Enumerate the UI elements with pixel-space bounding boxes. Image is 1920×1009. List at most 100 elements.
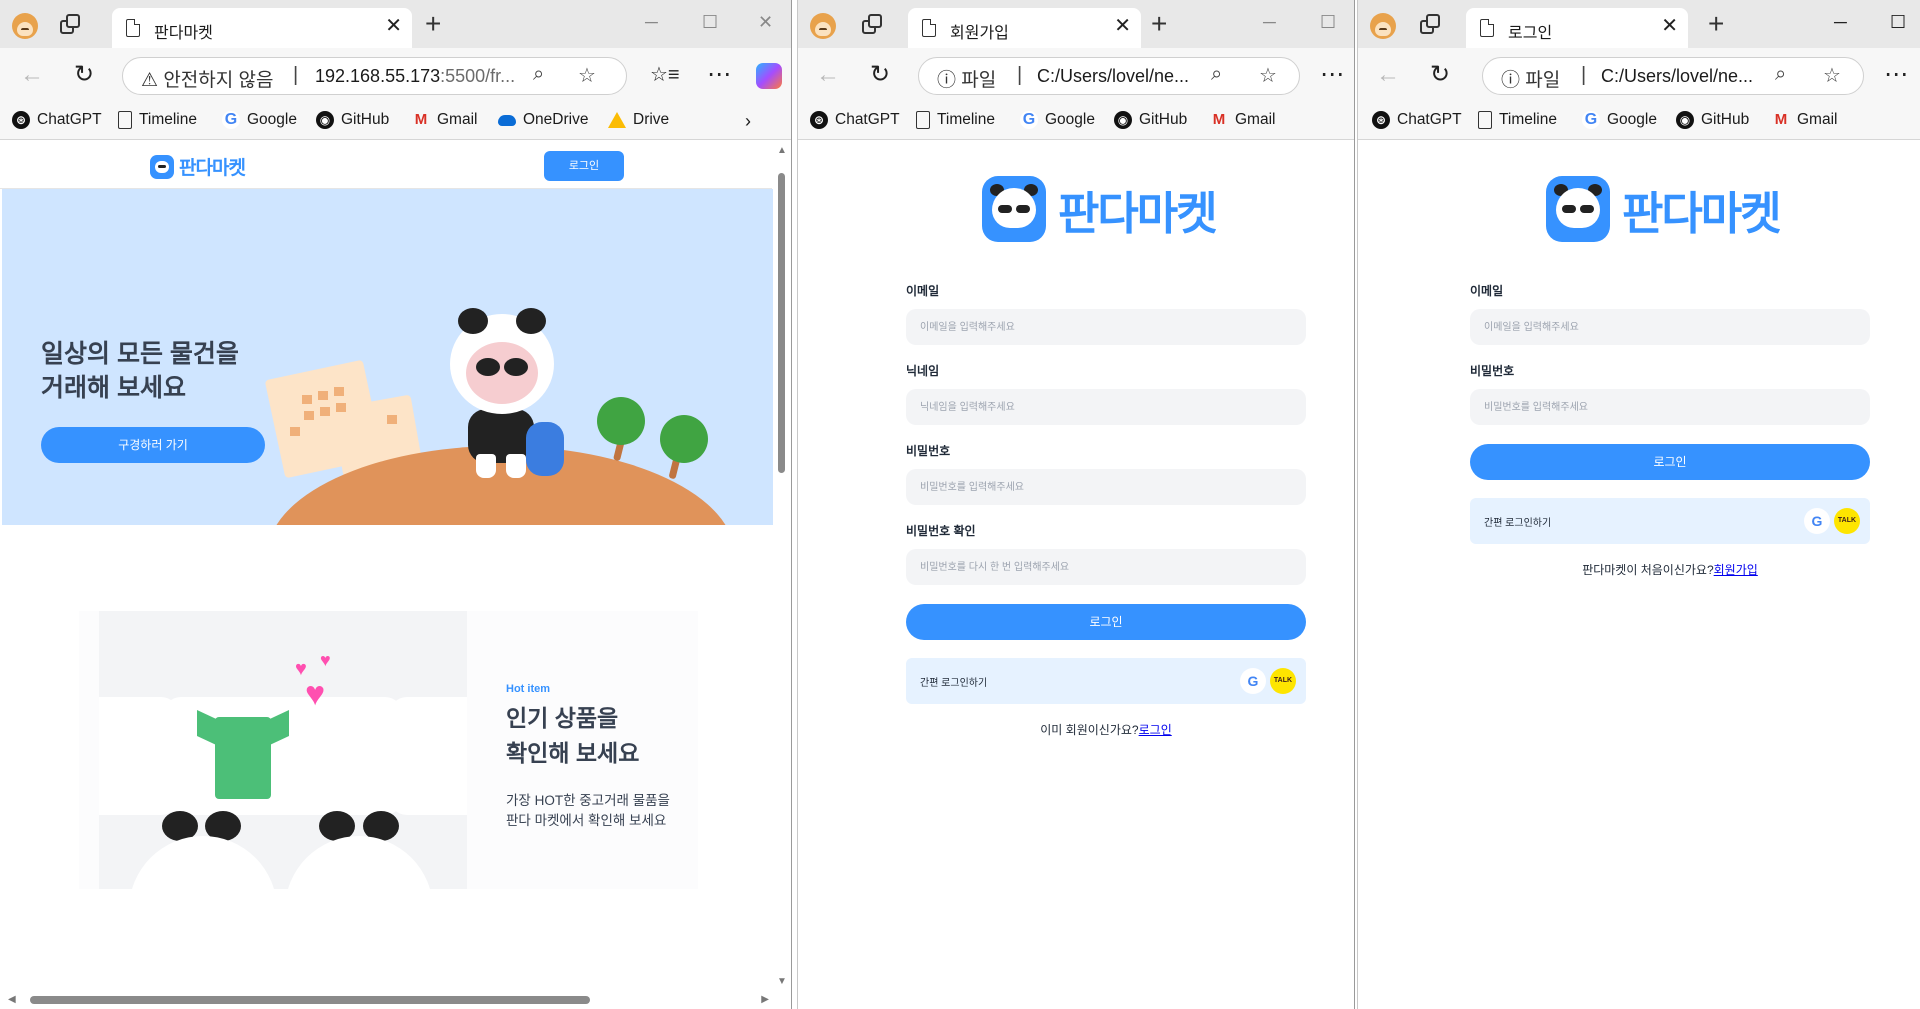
bookmark-github[interactable]: ◉ GitHub: [1676, 111, 1749, 129]
close-window-icon[interactable]: ✕: [758, 12, 773, 33]
tab-actions-icon[interactable]: [60, 14, 82, 36]
bookmark-chatgpt[interactable]: ⊛ ChatGPT: [810, 111, 900, 129]
tab-actions-icon[interactable]: [862, 14, 884, 36]
browse-button[interactable]: 구경하러 가기: [41, 427, 265, 463]
bookmarks-bar: ⊛ ChatGPT Timeline G Google ◉ GitHub M Gmail: [1358, 104, 1920, 140]
nickname-field[interactable]: [906, 389, 1306, 425]
login-button[interactable]: 로그인: [1470, 444, 1870, 480]
email-field[interactable]: [1470, 309, 1870, 345]
zoom-icon[interactable]: ⌕: [1211, 63, 1222, 86]
chevron-right-icon[interactable]: ›: [745, 111, 751, 132]
signup-link[interactable]: 회원가입: [1714, 563, 1758, 577]
minimize-icon[interactable]: ─: [1263, 12, 1276, 33]
address-bar[interactable]: ⓘ 파일 | C:/Users/lovel/ne... ⌕ ☆: [918, 57, 1300, 95]
bookmark-gmail[interactable]: M Gmail: [1772, 111, 1838, 129]
tab-signup[interactable]: 회원가입 ✕: [908, 8, 1141, 48]
password-field[interactable]: [1470, 389, 1870, 425]
new-tab-icon[interactable]: +: [1708, 10, 1724, 38]
site-logo[interactable]: 판다마켓: [150, 153, 246, 180]
profile-avatar-icon[interactable]: [810, 13, 836, 39]
scrollbar-thumb[interactable]: [778, 173, 785, 473]
bookmark-chatgpt[interactable]: ⊛ ChatGPT: [12, 111, 102, 129]
bookmark-gmail[interactable]: M Gmail: [412, 111, 478, 129]
bookmark-drive[interactable]: Drive: [608, 111, 669, 129]
kakao-login-icon[interactable]: TALK: [1834, 508, 1860, 534]
profile-avatar-icon[interactable]: [12, 13, 38, 39]
bookmark-label: OneDrive: [523, 111, 589, 128]
bookmark-github[interactable]: ◉ GitHub: [1114, 111, 1187, 129]
login-link[interactable]: 로그인: [1139, 723, 1172, 737]
new-tab-icon[interactable]: +: [1151, 10, 1167, 38]
bookmark-google[interactable]: G Google: [1020, 111, 1095, 129]
password-field[interactable]: [906, 469, 1306, 505]
bookmark-google[interactable]: G Google: [222, 111, 297, 129]
favorite-star-icon[interactable]: ☆: [1259, 63, 1277, 88]
google-login-icon[interactable]: G: [1804, 508, 1830, 534]
address-bar[interactable]: ⓘ 파일 | C:/Users/lovel/ne... ⌕ ☆: [1482, 57, 1864, 95]
address-bar[interactable]: ⚠ 안전하지 않음 | 192.168.55.173:5500/fr... ⌕ …: [122, 57, 627, 95]
bookmark-timeline[interactable]: Timeline: [916, 111, 995, 129]
bookmark-timeline[interactable]: Timeline: [1478, 111, 1557, 129]
tab-title: 회원가입: [950, 25, 1009, 42]
bookmark-chatgpt[interactable]: ⊛ ChatGPT: [1372, 111, 1462, 129]
zoom-icon[interactable]: ⌕: [1775, 63, 1786, 86]
insecure-warning[interactable]: ⚠ 안전하지 않음: [141, 65, 273, 92]
site-logo[interactable]: 판다마켓: [1546, 176, 1782, 242]
google-login-icon[interactable]: G: [1240, 668, 1266, 694]
header-login-button[interactable]: 로그인: [544, 151, 624, 181]
tab-actions-icon[interactable]: [1420, 14, 1442, 36]
more-icon[interactable]: ⋯: [1884, 61, 1908, 89]
bookmark-onedrive[interactable]: OneDrive: [498, 111, 588, 129]
maximize-icon[interactable]: ☐: [1320, 12, 1336, 33]
bookmark-google[interactable]: G Google: [1582, 111, 1657, 129]
scroll-up-icon[interactable]: ▲: [777, 145, 787, 156]
tab-market[interactable]: 판다마켓 ✕: [112, 8, 412, 48]
scroll-left-icon[interactable]: ◀: [8, 994, 16, 1005]
vertical-scrollbar[interactable]: ▲ ▼: [773, 141, 791, 991]
scrollbar-thumb[interactable]: [30, 996, 590, 1004]
more-icon[interactable]: ⋯: [1320, 61, 1344, 89]
zoom-icon[interactable]: ⌕: [533, 63, 544, 86]
kakao-login-icon[interactable]: TALK: [1270, 668, 1296, 694]
scroll-down-icon[interactable]: ▼: [777, 976, 787, 987]
password-confirm-field[interactable]: [906, 549, 1306, 585]
back-icon[interactable]: ←: [20, 61, 44, 89]
file-info[interactable]: ⓘ 파일: [937, 65, 996, 92]
favorite-star-icon[interactable]: ☆: [1823, 63, 1841, 88]
bookmark-timeline[interactable]: Timeline: [118, 111, 197, 129]
profile-avatar-icon[interactable]: [1370, 13, 1396, 39]
tab-login[interactable]: 로그인 ✕: [1466, 8, 1688, 48]
minimize-icon[interactable]: ─: [1834, 12, 1847, 33]
bookmark-github[interactable]: ◉ GitHub: [316, 111, 389, 129]
refresh-icon[interactable]: ↻: [1430, 61, 1450, 89]
refresh-icon[interactable]: ↻: [74, 61, 94, 89]
document-icon: [1478, 111, 1492, 129]
maximize-icon[interactable]: ☐: [1890, 12, 1906, 33]
bookmark-gmail[interactable]: M Gmail: [1210, 111, 1276, 129]
email-field[interactable]: [906, 309, 1306, 345]
back-icon[interactable]: ←: [1376, 61, 1400, 89]
scroll-right-icon[interactable]: ▶: [761, 994, 769, 1005]
maximize-icon[interactable]: ☐: [702, 12, 718, 33]
github-icon: ◉: [1676, 111, 1694, 129]
favorites-icon[interactable]: ☆≡: [650, 61, 680, 89]
site-logo[interactable]: 판다마켓: [982, 176, 1218, 242]
bookmark-label: Timeline: [1499, 111, 1557, 128]
url-host: 192.168.55.173: [315, 66, 441, 86]
back-icon[interactable]: ←: [816, 61, 840, 89]
favorite-star-icon[interactable]: ☆: [578, 63, 596, 88]
close-tab-icon[interactable]: ✕: [385, 16, 402, 36]
heart-icon: ♥: [320, 650, 331, 670]
more-icon[interactable]: ⋯: [707, 61, 731, 89]
horizontal-scrollbar[interactable]: ◀ ▶: [0, 991, 773, 1009]
file-info[interactable]: ⓘ 파일: [1501, 65, 1560, 92]
new-tab-icon[interactable]: +: [425, 10, 441, 38]
minimize-icon[interactable]: ─: [645, 12, 658, 33]
refresh-icon[interactable]: ↻: [870, 61, 890, 89]
copilot-icon[interactable]: [756, 63, 782, 89]
submit-button[interactable]: 로그인: [906, 604, 1306, 640]
close-tab-icon[interactable]: ✕: [1661, 16, 1678, 36]
close-tab-icon[interactable]: ✕: [1114, 16, 1131, 36]
page-icon: [1480, 19, 1494, 37]
document-icon: [916, 111, 930, 129]
